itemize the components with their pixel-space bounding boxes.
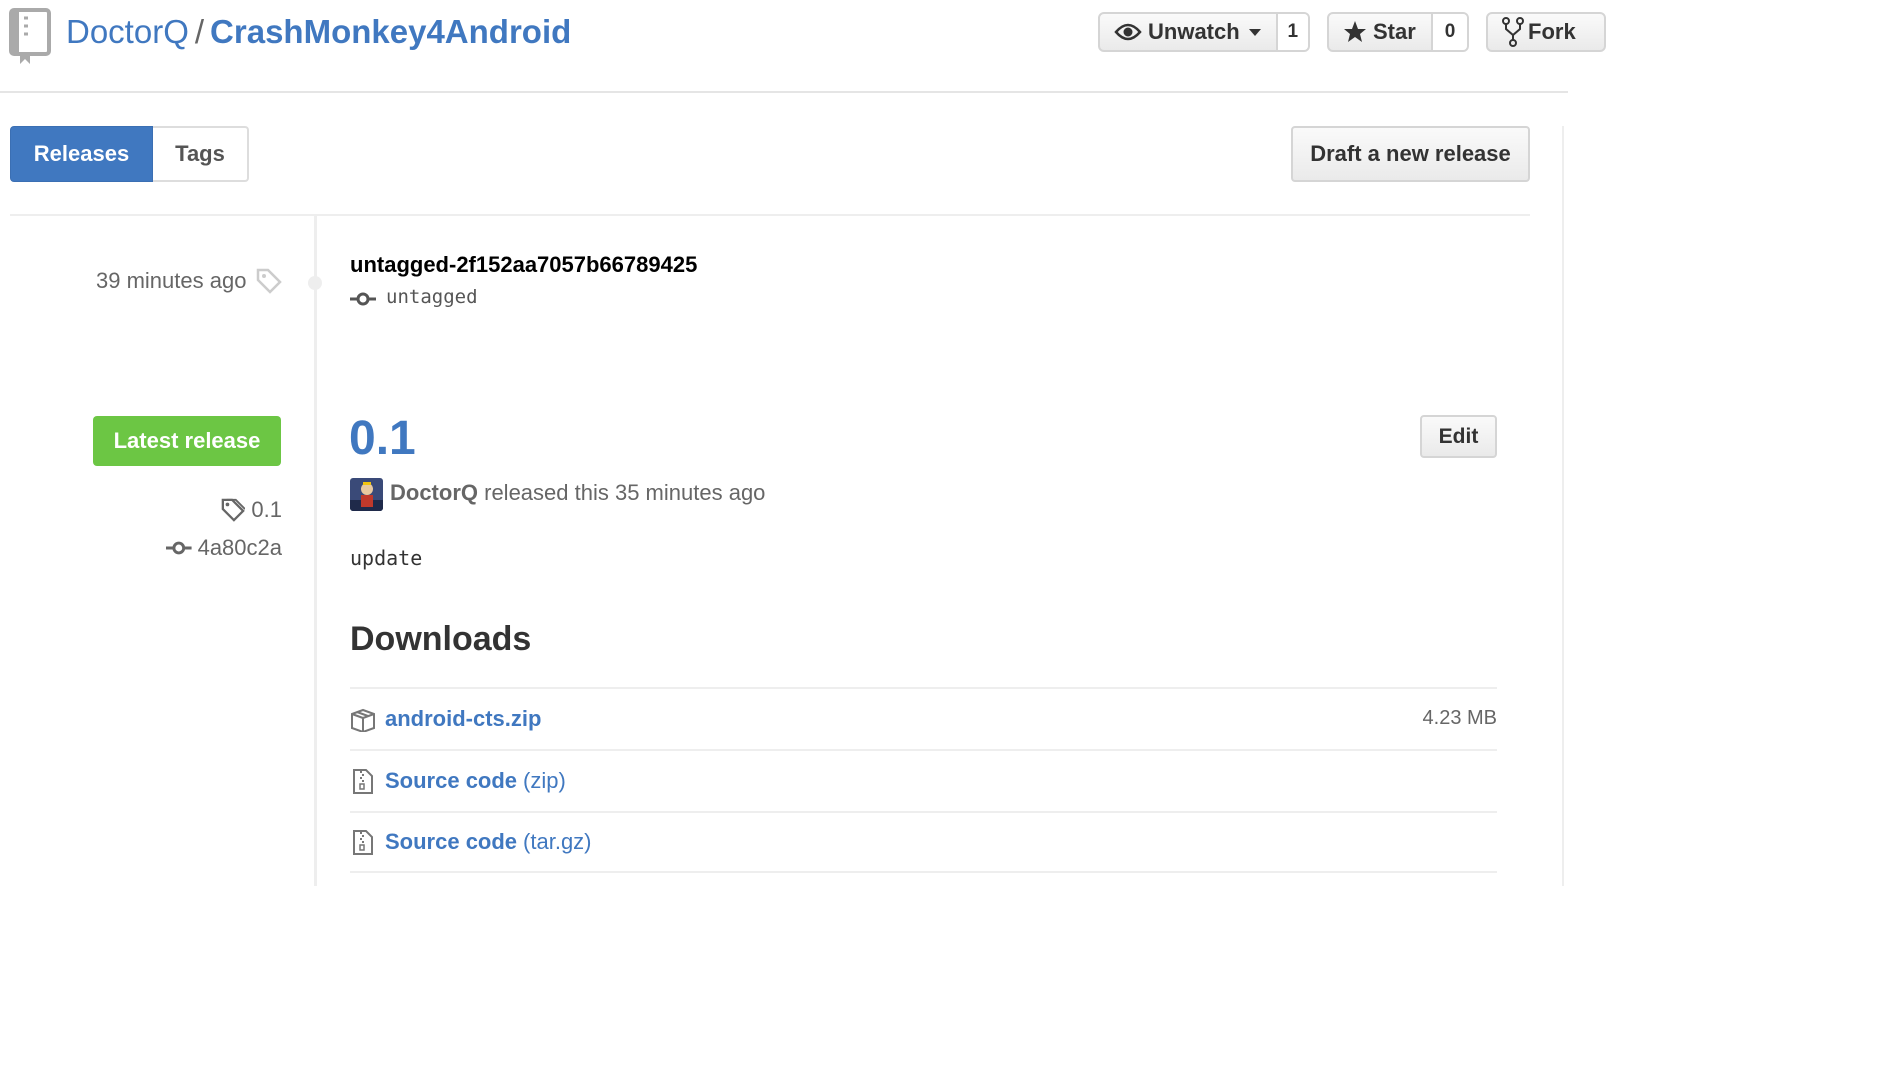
repo-icon [9, 8, 51, 64]
content-divider [10, 214, 1530, 216]
package-icon [351, 708, 375, 732]
download-format: (zip) [523, 768, 566, 793]
author-avatar[interactable] [350, 478, 383, 511]
untagged-label: untagged [386, 286, 478, 308]
draft-new-release-button[interactable]: Draft a new release [1291, 126, 1530, 182]
file-zip-icon [353, 769, 373, 794]
fork-icon [1502, 17, 1524, 47]
release-commit-label: 4a80c2a [197, 535, 282, 560]
download-format: (tar.gz) [523, 829, 592, 854]
release-meta: DoctorQ released this 35 minutes ago [390, 480, 765, 506]
watchers-count[interactable]: 1 [1275, 14, 1308, 50]
release-tag-label: 0.1 [251, 497, 282, 522]
commit-icon [166, 541, 192, 555]
fork-button[interactable]: Fork [1488, 14, 1590, 50]
timeline-dot [308, 276, 322, 290]
unwatch-button[interactable]: Unwatch [1100, 14, 1276, 50]
sidebar-edge [1562, 126, 1570, 886]
fork-label: Fork [1528, 19, 1576, 44]
downloads-heading: Downloads [350, 620, 532, 658]
release-notes: update [350, 546, 423, 570]
download-item[interactable]: Source code (zip) [350, 749, 1497, 811]
header-divider [0, 91, 1568, 93]
download-size: 4.23 MB [1422, 706, 1497, 729]
star-button-group: Star 0 [1327, 12, 1469, 52]
download-name-link[interactable]: Source code [385, 768, 517, 794]
star-label: Star [1373, 19, 1416, 44]
release-commit[interactable]: 4a80c2a [166, 534, 282, 562]
untagged-release-title-link[interactable]: untagged-2f152aa7057b66789425 [350, 252, 697, 278]
release-time-text: released this 35 minutes ago [484, 480, 766, 505]
commit-icon [350, 292, 376, 306]
repo-name-link[interactable]: CrashMonkey4Android [210, 13, 571, 50]
tag-icon [222, 498, 246, 522]
star-icon [1344, 21, 1366, 42]
stargazers-count[interactable]: 0 [1431, 14, 1467, 50]
release-author-link[interactable]: DoctorQ [390, 480, 478, 505]
download-name-link[interactable]: Source code [385, 829, 517, 855]
downloads-list: android-cts.zip 4.23 MB Source code (zip… [350, 687, 1497, 873]
repo-separator: / [194, 13, 205, 50]
eye-icon [1114, 23, 1142, 41]
release-version-link[interactable]: 0.1 [349, 410, 416, 468]
repo-owner-link[interactable]: DoctorQ [66, 13, 189, 50]
release-timeline [314, 216, 317, 886]
file-zip-icon [353, 830, 373, 855]
tab-tags[interactable]: Tags [153, 126, 249, 182]
unwatch-label: Unwatch [1148, 19, 1240, 44]
releases-subnav: Releases Tags [10, 126, 249, 182]
edit-release-button[interactable]: Edit [1420, 415, 1497, 458]
untagged-time: 39 minutes ago [96, 268, 247, 293]
release-tag[interactable]: 0.1 [220, 496, 282, 524]
tag-icon [256, 268, 282, 294]
watch-button-group: Unwatch 1 [1098, 12, 1310, 52]
star-button[interactable]: Star [1329, 14, 1431, 50]
caret-down-icon [1248, 29, 1261, 36]
repo-title: DoctorQ / CrashMonkey4Android [66, 12, 571, 52]
tab-releases[interactable]: Releases [10, 126, 153, 182]
fork-button-group: Fork [1486, 12, 1606, 52]
download-name-link[interactable]: android-cts.zip [385, 706, 541, 732]
latest-release-badge: Latest release [93, 416, 281, 466]
download-item[interactable]: android-cts.zip 4.23 MB [350, 687, 1497, 749]
download-item[interactable]: Source code (tar.gz) [350, 811, 1497, 873]
